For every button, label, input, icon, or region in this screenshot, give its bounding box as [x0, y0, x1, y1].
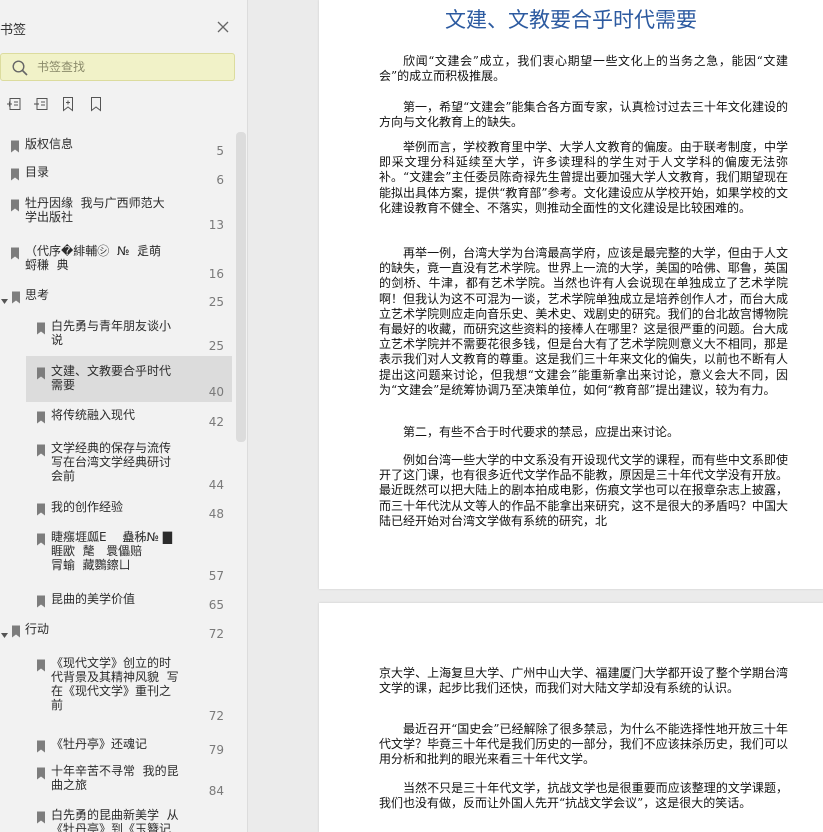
- bookmark-label: 《现代文学》创立的时代背景及其精神风貌 写在《现代文学》重刊之前: [51, 656, 179, 712]
- bookmark-label: 行动: [25, 622, 50, 636]
- bookmark-page-number: 42: [208, 415, 224, 429]
- bookmark-page-number: 72: [208, 709, 224, 723]
- bookmark-icon[interactable]: [88, 96, 104, 112]
- bookmark-label: 文建、文教要合乎时代需要: [51, 364, 172, 392]
- bookmark-label: （代序�緋輔㋛ № ⾡萌 蛶稴 典: [25, 244, 165, 272]
- paragraph: 最近召开“国史会”已经解除了很多禁忌，为什么不能选择性地开放三十年代文学？毕竟三…: [379, 722, 788, 767]
- bookmark-page-number: 44: [208, 478, 224, 492]
- bookmark-item[interactable]: 十年辛苦不寻常 我的昆曲之旅 84: [0, 760, 235, 804]
- bookmark-item[interactable]: （代序�緋輔㋛ № ⾡萌 蛶稴 典 16: [0, 234, 235, 282]
- bookmark-item[interactable]: 我的创作经验 48: [0, 496, 235, 526]
- bookmark-label: 将传统融入现代: [51, 408, 136, 422]
- chapter-title: 文建、文教要合乎时代需要: [445, 8, 697, 32]
- paragraph: 再举一例，台湾大学为台湾最高学府，应该是最完整的大学，但由于人文的缺失，竟一直没…: [379, 246, 788, 397]
- bookmark-label: 《牡丹亭》还魂记: [51, 737, 148, 751]
- bookmark-flag-icon: [36, 809, 46, 824]
- bookmark-item[interactable]: 目录 6: [0, 158, 235, 188]
- bookmark-label: 白先勇与青年朋友谈小说: [51, 319, 172, 347]
- paragraph: 第一，希望“文建会”能集合各方面专家，认真检讨过去三十年文化建设的方向与文化教育…: [379, 100, 788, 130]
- paragraph: 举例而言，学校教育里中学、大学人文教育的偏废。由于联考制度，中学即采文理分科延续…: [379, 140, 788, 215]
- bookmark-flag-icon: [10, 197, 20, 212]
- bookmark-search-input[interactable]: [37, 57, 227, 77]
- bookmark-flag-icon: [10, 166, 20, 181]
- document-page: 文建、文教要合乎时代需要 欣闻“文建会”成立，我们衷心期望一些文化上的当务之急，…: [319, 0, 823, 589]
- expand-toggle-icon[interactable]: [0, 625, 10, 638]
- bookmark-label: 昆曲的美学价值: [51, 592, 136, 606]
- bookmark-item[interactable]: 将传统融入现代 42: [0, 402, 235, 432]
- bookmark-label: 文学经典的保存与流传 写在台湾文学经典研讨会前: [51, 441, 179, 483]
- bookmark-item[interactable]: 思考 25: [0, 282, 235, 312]
- bookmark-item[interactable]: 昆曲的美学价值 65: [0, 586, 235, 616]
- document-page: 京大学、上海复旦大学、广州中山大学、福建厦门大学都开设了整个学期台湾文学的课，起…: [319, 603, 823, 832]
- bookmark-page-number: 57: [208, 569, 224, 583]
- bookmark-label: 目录: [25, 165, 50, 179]
- bookmark-label: 十年辛苦不寻常 我的昆曲之旅: [51, 764, 179, 792]
- bookmark-item[interactable]: 《现代文学》创立的时代背景及其精神风貌 写在《现代文学》重刊之前 72: [0, 646, 235, 734]
- bookmark-item[interactable]: 行动 72: [0, 616, 235, 646]
- bookmark-page-number: 65: [208, 598, 224, 612]
- bookmark-flag-icon: [36, 501, 46, 516]
- bookmark-search[interactable]: [0, 53, 235, 81]
- bookmark-flag-icon: [36, 320, 46, 335]
- bookmark-page-number: 40: [208, 385, 224, 399]
- bookmark-flag-icon: [36, 531, 46, 546]
- paragraph: 京大学、上海复旦大学、广州中山大学、福建厦门大学都开设了整个学期台湾文学的课，起…: [379, 666, 788, 696]
- document-viewer[interactable]: 文建、文教要合乎时代需要 欣闻“文建会”成立，我们衷心期望一些文化上的当务之急，…: [249, 0, 823, 832]
- expand-toggle-icon[interactable]: [0, 291, 10, 304]
- bookmark-item[interactable]: 牡丹因缘 我与广西师范大学出版社 13: [0, 188, 235, 234]
- bookmark-item[interactable]: 文学经典的保存与流传 写在台湾文学经典研讨会前 44: [0, 432, 235, 496]
- bookmark-list: 版权信息 5 目录 6 牡丹因缘 我与广西师范大学出版社 13 （代序�緋輔㋛ № ⾡萌 蛶…: [0, 130, 235, 832]
- paragraph: 例如台湾一些大学的中文系没有开设现代文学的课程，而有些中文系即使开了这门课，也有…: [379, 453, 788, 528]
- panel-title: 书签: [0, 23, 27, 38]
- bookmark-label: 睫瘬堐㼌E 蠱秭№ ▇睚欭 氂 睘儡赔 冐蝓 藏鸚鑔ㄩ: [51, 530, 186, 572]
- bookmark-page-number: 72: [208, 627, 224, 641]
- bookmark-label: 我的创作经验: [51, 500, 124, 514]
- bookmark-item[interactable]: 白先勇的昆曲新美学 从《牡丹亭》到《玉簪记: [0, 804, 235, 832]
- bookmark-page-number: 25: [208, 339, 224, 353]
- bookmark-panel: 书签 版权信息 5 目录 6 牡丹因缘 我与广西师范大学出版社 13 （代序�緋輔㋛ № ⾡…: [0, 0, 248, 832]
- bookmark-item[interactable]: 睫瘬堐㼌E 蠱秭№ ▇睚欭 氂 睘儡赔 冐蝓 藏鸚鑔ㄩ 57: [0, 526, 235, 586]
- bookmark-flag-icon: [36, 365, 46, 380]
- bookmark-flag-icon: [36, 657, 46, 672]
- expand-all-icon[interactable]: [6, 96, 22, 112]
- bookmark-page-number: 25: [208, 295, 224, 309]
- add-bookmark-icon[interactable]: [60, 96, 76, 112]
- bookmark-flag-icon: [36, 593, 46, 608]
- search-icon: [11, 59, 29, 77]
- bookmark-flag-icon: [36, 442, 46, 457]
- collapse-all-icon[interactable]: [33, 96, 49, 112]
- bookmark-page-number: 48: [208, 507, 224, 521]
- bookmark-page-number: 16: [208, 267, 224, 281]
- bookmark-page-number: 84: [208, 784, 224, 798]
- bookmark-flag-icon: [36, 409, 46, 424]
- bookmark-flag-icon: [11, 623, 21, 638]
- bookmark-label: 版权信息: [25, 137, 74, 151]
- bookmark-item[interactable]: 文建、文教要合乎时代需要 40: [26, 356, 232, 402]
- sidebar-scrollbar[interactable]: [236, 132, 246, 442]
- bookmark-item[interactable]: 《牡丹亭》还魂记 79: [0, 734, 235, 760]
- paragraph: 第二，有些不合于时代要求的禁忌，应提出来讨论。: [403, 425, 680, 439]
- paragraph: 当然不只是三十年代文学，抗战文学也是很重要而应该整理的文学课题，我们也没有做，反…: [379, 781, 788, 811]
- bookmark-page-number: 13: [208, 218, 224, 232]
- bookmark-label: 思考: [25, 288, 50, 302]
- bookmark-label: 白先勇的昆曲新美学 从《牡丹亭》到《玉簪记: [51, 808, 179, 832]
- close-icon[interactable]: [214, 18, 232, 36]
- bookmark-page-number: 5: [216, 144, 224, 158]
- bookmark-flag-icon: [10, 245, 20, 260]
- bookmark-flag-icon: [36, 765, 46, 780]
- bookmark-item[interactable]: 白先勇与青年朋友谈小说 25: [0, 312, 235, 356]
- bookmark-label: 牡丹因缘 我与广西师范大学出版社: [25, 196, 165, 224]
- bookmark-item[interactable]: 版权信息 5: [0, 130, 235, 158]
- bookmark-flag-icon: [36, 738, 46, 753]
- bookmark-flag-icon: [10, 138, 20, 153]
- bookmark-page-number: 79: [208, 743, 224, 757]
- bookmark-page-number: 6: [216, 173, 224, 187]
- paragraph: 欣闻“文建会”成立，我们衷心期望一些文化上的当务之急，能因“文建会”的成立而积极…: [379, 54, 788, 84]
- bookmark-flag-icon: [11, 289, 21, 304]
